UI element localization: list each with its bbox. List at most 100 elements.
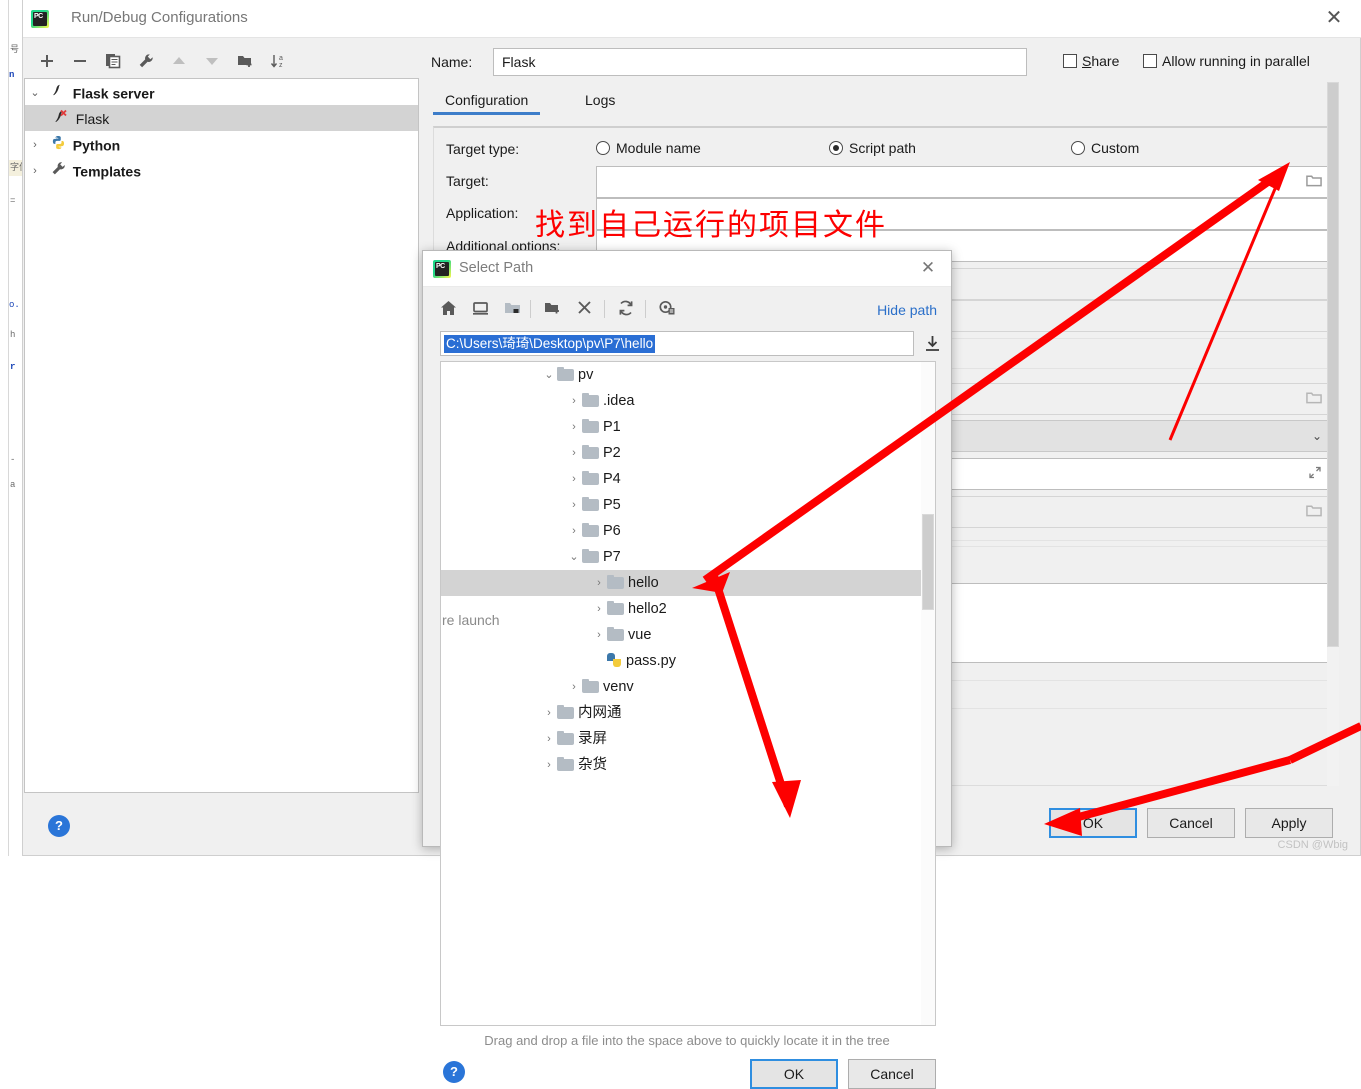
- chevron-right-icon[interactable]: ›: [566, 674, 582, 700]
- checkbox-box: [1143, 54, 1157, 68]
- panel-scrollbar[interactable]: [1327, 82, 1339, 786]
- help-button[interactable]: ?: [48, 815, 70, 837]
- refresh-button[interactable]: [611, 294, 641, 322]
- annotation-text: 找到自己运行的项目文件: [535, 208, 887, 243]
- file-row-p6[interactable]: › P6: [441, 518, 935, 544]
- chevron-right-icon[interactable]: ›: [566, 440, 582, 466]
- chevron-right-icon[interactable]: ›: [541, 752, 557, 778]
- radio-custom[interactable]: Custom: [1071, 140, 1139, 156]
- tree-row-flask[interactable]: Flask: [25, 105, 418, 131]
- dialog-cancel-button[interactable]: Cancel: [848, 1059, 936, 1089]
- tree-row-python[interactable]: › Python: [25, 131, 418, 157]
- file-row-p7[interactable]: ⌄ P7: [441, 544, 935, 570]
- chevron-down-icon[interactable]: ⌄: [1312, 429, 1322, 443]
- cancel-button[interactable]: Cancel: [1147, 808, 1235, 838]
- apply-button[interactable]: Apply: [1245, 808, 1333, 838]
- folder-browse-icon[interactable]: [1306, 174, 1322, 190]
- radio-script-path[interactable]: Script path: [829, 140, 916, 156]
- dialog-ok-button[interactable]: OK: [750, 1059, 838, 1089]
- file-row-venv[interactable]: › venv: [441, 674, 935, 700]
- target-input[interactable]: [596, 166, 1329, 198]
- dialog-close-button[interactable]: ✕: [913, 257, 943, 281]
- home-button[interactable]: [433, 294, 463, 322]
- download-icon[interactable]: [924, 335, 941, 355]
- target-type-label: Target type:: [446, 141, 520, 157]
- radio-module-name[interactable]: Module name: [596, 140, 701, 156]
- share-checkbox[interactable]: Share: [1063, 53, 1119, 69]
- chevron-right-icon[interactable]: ›: [591, 570, 607, 596]
- file-row-p4[interactable]: › P4: [441, 466, 935, 492]
- copy-button[interactable]: [99, 46, 127, 76]
- add-button[interactable]: [33, 46, 61, 76]
- tree-row-templates[interactable]: › Templates: [25, 157, 418, 183]
- show-hidden-button[interactable]: [652, 294, 682, 322]
- new-folder-button[interactable]: [537, 294, 567, 322]
- chevron-right-icon[interactable]: ›: [591, 596, 607, 622]
- hide-path-link[interactable]: Hide path: [877, 302, 937, 318]
- chevron-right-icon[interactable]: ›: [566, 466, 582, 492]
- window-title: Run/Debug Configurations: [71, 9, 248, 26]
- sort-button[interactable]: az: [264, 46, 292, 76]
- file-row-idea[interactable]: › .idea: [441, 388, 935, 414]
- scrollbar-thumb[interactable]: [922, 514, 934, 610]
- file-row-luping[interactable]: › 录屏: [441, 726, 935, 752]
- tab-logs[interactable]: Logs: [585, 92, 615, 108]
- file-row-vue[interactable]: › vue: [441, 622, 935, 648]
- edit-templates-button[interactable]: [132, 46, 160, 76]
- file-tree[interactable]: ⌄ pv › .idea › P1 › P2 › P4 › P5 › P6 ⌄ …: [440, 361, 936, 1026]
- dialog-help-button[interactable]: ?: [443, 1061, 465, 1083]
- configurations-tree[interactable]: ⌄ Flask server Flask › Python › Template…: [24, 78, 419, 793]
- tab-configuration[interactable]: Configuration: [432, 92, 541, 115]
- file-row-p5[interactable]: › P5: [441, 492, 935, 518]
- chevron-right-icon[interactable]: ›: [591, 622, 607, 648]
- ok-button[interactable]: OK: [1049, 808, 1137, 838]
- tree-row-flask-server[interactable]: ⌄ Flask server: [25, 79, 418, 105]
- tree-label: Templates: [72, 163, 141, 180]
- path-input[interactable]: C:\Users\琦琦\Desktop\pv\P7\hello: [440, 331, 914, 356]
- parallel-checkbox[interactable]: Allow running in parallel: [1143, 53, 1310, 69]
- chevron-right-icon[interactable]: ›: [566, 388, 582, 414]
- radio-dot: [596, 141, 610, 155]
- chevron-down-icon[interactable]: ⌄: [25, 80, 45, 106]
- expand-icon[interactable]: [1308, 466, 1322, 483]
- chevron-right-icon[interactable]: ›: [541, 700, 557, 726]
- file-row-hello[interactable]: › hello: [441, 570, 935, 596]
- project-folder-button[interactable]: [497, 294, 527, 322]
- file-row-pv[interactable]: ⌄ pv: [441, 362, 935, 388]
- wrench-icon: [49, 158, 69, 184]
- chevron-right-icon[interactable]: ›: [566, 414, 582, 440]
- file-row-hello2[interactable]: › hello2: [441, 596, 935, 622]
- remove-button[interactable]: [66, 46, 94, 76]
- file-label: .idea: [603, 393, 635, 409]
- move-up-button[interactable]: [165, 46, 193, 76]
- chevron-down-icon[interactable]: ⌄: [541, 362, 557, 388]
- file-row-p1[interactable]: › P1: [441, 414, 935, 440]
- name-input[interactable]: Flask: [493, 48, 1027, 76]
- chevron-right-icon[interactable]: ›: [25, 132, 45, 158]
- window-close-button[interactable]: ✕: [1316, 6, 1352, 32]
- drag-drop-note: Drag and drop a file into the space abov…: [484, 1033, 890, 1048]
- move-down-button[interactable]: [198, 46, 226, 76]
- desktop-button[interactable]: [465, 294, 495, 322]
- file-row-zahuo[interactable]: › 杂货: [441, 752, 935, 778]
- chevron-right-icon[interactable]: ›: [541, 726, 557, 752]
- chevron-down-icon[interactable]: ⌄: [566, 544, 582, 570]
- file-label: P5: [603, 497, 621, 513]
- folder-browse-icon[interactable]: [1306, 391, 1322, 407]
- pycharm-logo-icon: PC: [433, 260, 451, 278]
- chevron-right-icon[interactable]: ›: [25, 158, 45, 184]
- chevron-right-icon[interactable]: ›: [566, 518, 582, 544]
- file-tree-scrollbar[interactable]: [921, 362, 935, 1025]
- scrollbar-thumb[interactable]: [1327, 82, 1339, 647]
- file-row-neiwangtong[interactable]: › 内网通: [441, 700, 935, 726]
- folder-browse-icon[interactable]: [1306, 504, 1322, 520]
- share-label: hare: [1091, 53, 1120, 69]
- share-underline: S: [1082, 53, 1092, 69]
- delete-button[interactable]: [569, 294, 599, 322]
- new-folder-button[interactable]: [231, 46, 259, 76]
- radio-dot: [1071, 141, 1085, 155]
- path-input-value: C:\Users\琦琦\Desktop\pv\P7\hello: [444, 335, 656, 353]
- file-row-pass-py[interactable]: pass.py: [441, 648, 935, 674]
- chevron-right-icon[interactable]: ›: [566, 492, 582, 518]
- file-row-p2[interactable]: › P2: [441, 440, 935, 466]
